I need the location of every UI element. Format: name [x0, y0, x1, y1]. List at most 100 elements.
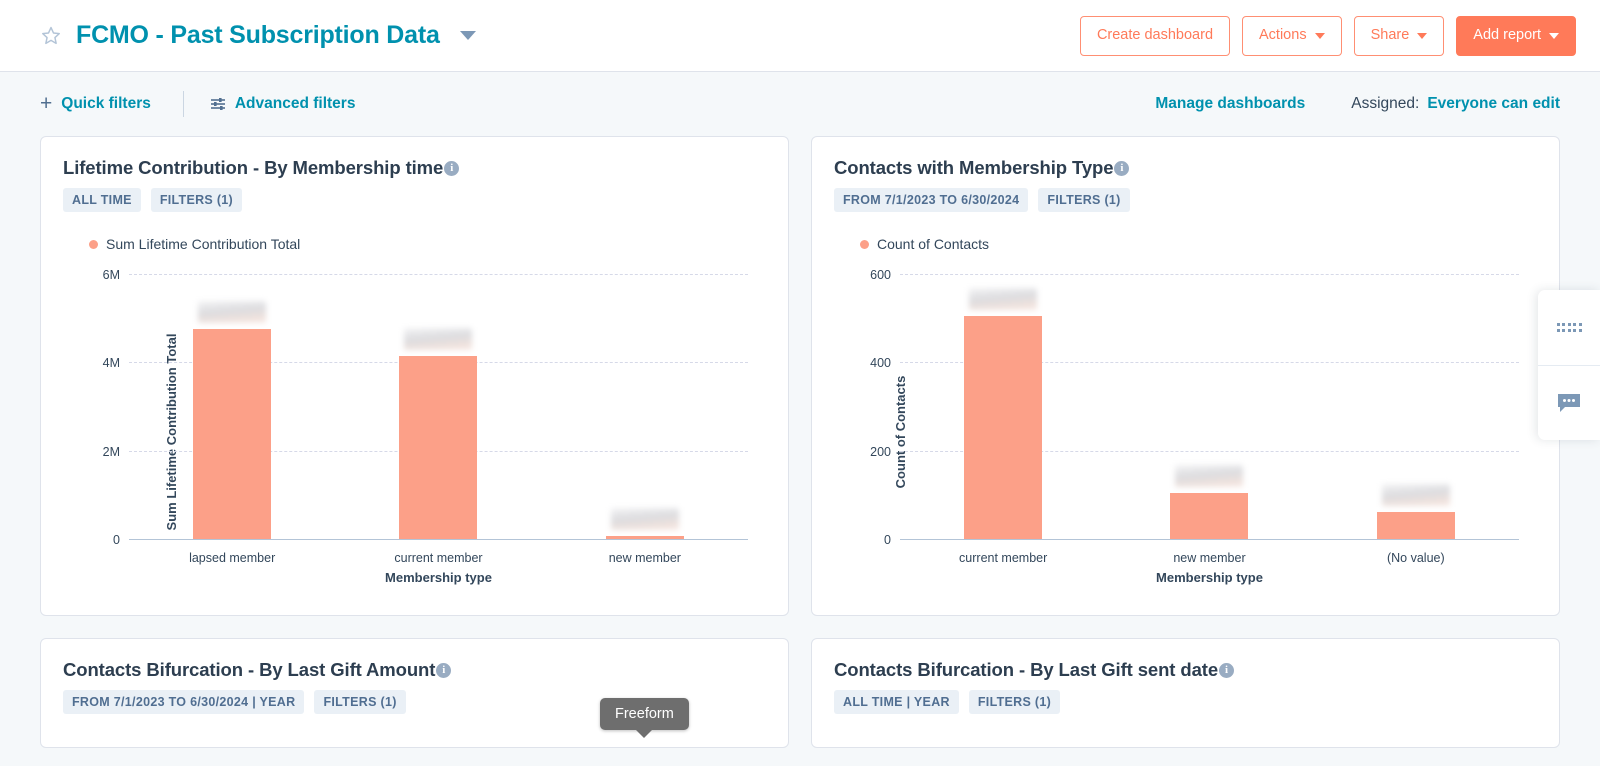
- card-title: Contacts with Membership Type: [834, 157, 1114, 178]
- card-title-row: Contacts with Membership Type i: [834, 157, 1537, 179]
- chart-legend: Count of Contacts: [860, 236, 1537, 252]
- bar-value-label-redacted: [1381, 483, 1450, 506]
- axis-line-zero: 0: [113, 533, 748, 547]
- bar[interactable]: [193, 301, 272, 539]
- chip-date-range[interactable]: FROM 7/1/2023 TO 6/30/2024: [834, 188, 1029, 212]
- share-button[interactable]: Share: [1353, 15, 1445, 56]
- plot-area: 6M 4M 2M 0 lapsed member current member …: [103, 268, 748, 565]
- x-tick-label: current member: [394, 551, 483, 565]
- bar-group: current member: [335, 274, 541, 565]
- chart-legend: Sum Lifetime Contribution Total: [89, 236, 766, 252]
- create-dashboard-button[interactable]: Create dashboard: [1079, 15, 1231, 56]
- chip-date-range[interactable]: ALL TIME | YEAR: [834, 690, 959, 714]
- chip-filters-count[interactable]: FILTERS (1): [150, 188, 243, 212]
- bar-series: current member new member (No value): [900, 274, 1519, 565]
- advanced-filters-button[interactable]: Advanced filters: [210, 95, 356, 113]
- report-card-lifetime-contribution[interactable]: Lifetime Contribution - By Membership ti…: [40, 136, 789, 616]
- bar-chart-lifetime-contribution: Sum Lifetime Contribution Total 6M 4M 2M…: [63, 262, 766, 601]
- bar[interactable]: [1170, 464, 1249, 539]
- bar-value-label-redacted: [969, 287, 1038, 310]
- legend-label[interactable]: Count of Contacts: [877, 236, 989, 252]
- title-chevron-down-icon[interactable]: [459, 31, 476, 40]
- chip-filters-count[interactable]: FILTERS (1): [968, 690, 1061, 714]
- y-tick-label: 6M: [102, 268, 120, 282]
- report-card-bifurcation-last-gift-sent-date[interactable]: Contacts Bifurcation - By Last Gift sent…: [811, 638, 1560, 748]
- filter-bar: + Quick filters Advanced filters Manage …: [0, 72, 1600, 136]
- actions-label: Actions: [1259, 27, 1307, 44]
- y-tick-label: 600: [870, 268, 891, 282]
- x-axis-title: Membership type: [385, 570, 492, 585]
- add-report-button[interactable]: Add report: [1456, 15, 1576, 56]
- chip-date-range[interactable]: FROM 7/1/2023 TO 6/30/2024 | YEAR: [63, 690, 305, 714]
- legend-color-dot: [860, 239, 869, 249]
- chip-date-range[interactable]: ALL TIME: [63, 188, 141, 212]
- chip-filters-count[interactable]: FILTERS (1): [1038, 188, 1130, 212]
- bar[interactable]: [964, 287, 1043, 539]
- bar[interactable]: [605, 508, 684, 539]
- chevron-down-icon: [1314, 32, 1325, 39]
- card-title: Contacts Bifurcation - By Last Gift Amou…: [63, 659, 436, 680]
- card-title-row: Contacts Bifurcation - By Last Gift Amou…: [63, 659, 766, 681]
- advanced-filters-label: Advanced filters: [234, 95, 356, 112]
- card-title: Lifetime Contribution - By Membership ti…: [63, 157, 444, 178]
- x-tick-label: new member: [1173, 551, 1246, 565]
- x-tick-label: lapsed member: [189, 551, 276, 565]
- bar[interactable]: [399, 327, 478, 539]
- bar[interactable]: [1376, 483, 1455, 539]
- manage-dashboards-link[interactable]: Manage dashboards: [1155, 95, 1305, 113]
- bar-chart-contacts-membership-type: Count of Contacts 600 400 200 0 current …: [834, 262, 1537, 601]
- y-tick-label: 0: [884, 533, 891, 547]
- info-icon[interactable]: i: [436, 662, 452, 678]
- create-dashboard-label: Create dashboard: [1096, 27, 1214, 44]
- actions-button[interactable]: Actions: [1242, 15, 1342, 56]
- report-card-contacts-membership-type[interactable]: Contacts with Membership Type i FROM 7/1…: [811, 136, 1560, 616]
- x-tick-label: new member: [608, 551, 681, 565]
- bar-group: lapsed member: [129, 274, 335, 565]
- dots-grid-icon: [1556, 323, 1582, 332]
- x-tick-label: (No value): [1386, 551, 1445, 565]
- y-tick-label: 4M: [102, 356, 120, 371]
- report-card-bifurcation-last-gift-amount[interactable]: Contacts Bifurcation - By Last Gift Amou…: [40, 638, 789, 748]
- info-icon[interactable]: i: [1114, 160, 1130, 176]
- card-filter-chips: ALL TIME FILTERS (1): [63, 188, 766, 212]
- chat-bubble-icon: [1558, 394, 1580, 412]
- legend-color-dot: [89, 239, 98, 249]
- y-tick-label: 0: [113, 533, 120, 547]
- filter-bar-right: Manage dashboards Assigned: Everyone can…: [1155, 95, 1560, 113]
- star-outline-icon[interactable]: [40, 25, 62, 47]
- dashboard-title-group: FCMO - Past Subscription Data: [40, 21, 476, 50]
- card-filter-chips: ALL TIME | YEAR FILTERS (1): [834, 690, 1537, 714]
- card-filter-chips: FROM 7/1/2023 TO 6/30/2024 FILTERS (1): [834, 188, 1537, 212]
- dashboard-grid: Lifetime Contribution - By Membership ti…: [0, 136, 1600, 748]
- chevron-down-icon: [1417, 32, 1428, 39]
- plot-area: 600 400 200 0 current member new member …: [870, 268, 1519, 565]
- divider: [182, 91, 184, 117]
- dashboard-header: FCMO - Past Subscription Data Create das…: [0, 0, 1600, 72]
- apps-grid-button[interactable]: [1538, 290, 1600, 365]
- chat-button[interactable]: [1538, 365, 1600, 440]
- info-icon[interactable]: i: [1219, 662, 1235, 678]
- chip-filters-count[interactable]: FILTERS (1): [314, 690, 406, 714]
- bar-group: new member: [542, 274, 748, 565]
- bar-series: lapsed member current member new member: [129, 274, 748, 565]
- bar-value-label-redacted: [610, 508, 679, 531]
- bar-value-label-redacted: [198, 301, 267, 324]
- x-tick-label: current member: [959, 551, 1048, 565]
- floating-side-panel: [1538, 290, 1600, 440]
- quick-filters-button[interactable]: + Quick filters: [40, 91, 151, 115]
- freeform-tooltip: Freeform: [600, 698, 689, 730]
- bar-value-label-redacted: [404, 327, 473, 350]
- page-title: FCMO - Past Subscription Data: [76, 21, 440, 49]
- assigned-value[interactable]: Everyone can edit: [1427, 95, 1560, 113]
- y-tick-label: 400: [870, 356, 891, 371]
- y-tick-label: 200: [870, 444, 891, 459]
- plus-icon: +: [40, 91, 53, 115]
- info-icon[interactable]: i: [444, 160, 460, 176]
- legend-label[interactable]: Sum Lifetime Contribution Total: [106, 236, 300, 252]
- assigned-group: Assigned: Everyone can edit: [1351, 95, 1560, 113]
- card-title-row: Contacts Bifurcation - By Last Gift sent…: [834, 659, 1537, 681]
- axis-line-zero: 0: [884, 533, 1519, 547]
- card-title: Contacts Bifurcation - By Last Gift sent…: [834, 659, 1219, 680]
- card-title-row: Lifetime Contribution - By Membership ti…: [63, 157, 766, 179]
- header-actions: Create dashboard Actions Share Add repor…: [1079, 15, 1576, 56]
